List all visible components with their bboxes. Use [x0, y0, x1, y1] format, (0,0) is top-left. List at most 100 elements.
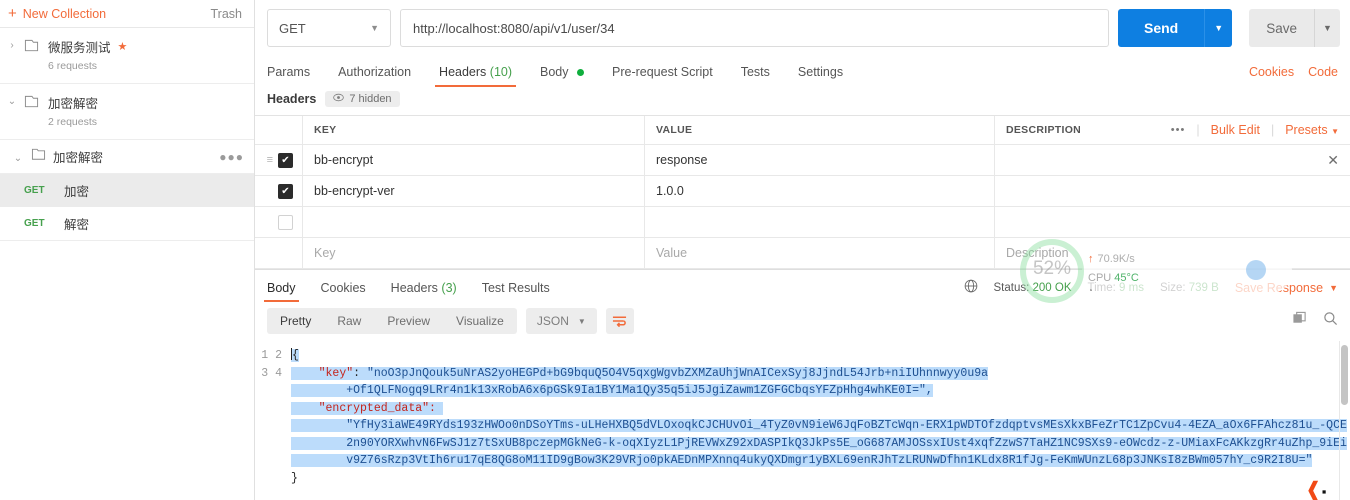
- description-column-label: DESCRIPTION: [1006, 124, 1082, 136]
- row-check-cell: [255, 238, 303, 268]
- globe-icon: [964, 279, 978, 296]
- chevron-down-icon: ▼: [1329, 282, 1338, 293]
- url-input[interactable]: http://localhost:8080/api/v1/user/34: [400, 9, 1109, 47]
- code-scrollbar-thumb[interactable]: [1341, 345, 1348, 405]
- response-tab-headers-label: Headers: [390, 280, 438, 295]
- header-col-description: DESCRIPTION ••• | Bulk Edit | Presets ▼: [995, 116, 1350, 144]
- chevron-down-icon[interactable]: ⌄: [12, 150, 24, 164]
- more-options-icon[interactable]: •••: [1171, 124, 1186, 136]
- key-column-label: KEY: [314, 124, 337, 136]
- response-tab-cookies[interactable]: Cookies: [321, 281, 366, 302]
- view-mode-preview[interactable]: Preview: [374, 308, 443, 334]
- bulk-edit-button[interactable]: Bulk Edit: [1211, 123, 1260, 137]
- copy-icon[interactable]: [1292, 311, 1307, 331]
- tab-authorization[interactable]: Authorization: [338, 56, 411, 87]
- save-button[interactable]: Save: [1249, 9, 1314, 47]
- json-open-brace: {: [292, 349, 299, 362]
- row-check-cell: ≡ ✔: [255, 145, 303, 175]
- sidebar-header: + New Collection Trash: [0, 0, 254, 28]
- row-key-cell[interactable]: [303, 207, 645, 237]
- row-description-cell[interactable]: [995, 207, 1350, 237]
- response-body-actions: [1292, 311, 1338, 331]
- request-name: 解密: [64, 218, 90, 232]
- view-mode-visualize[interactable]: Visualize: [443, 308, 517, 334]
- send-dropdown-icon[interactable]: ▼: [1204, 9, 1233, 47]
- tab-headers[interactable]: Headers (10): [435, 56, 516, 87]
- new-collection-button[interactable]: + New Collection: [8, 6, 106, 21]
- black-glyph: ▪: [1321, 484, 1327, 499]
- tab-params[interactable]: Params: [267, 56, 310, 87]
- header-col-check: [255, 116, 303, 144]
- collection-item-1[interactable]: ⌄ 加密解密 2 requests: [0, 84, 254, 140]
- row-checkbox[interactable]: ✔: [278, 183, 293, 199]
- size-group: Size: 739 B: [1160, 282, 1219, 294]
- save-response-button[interactable]: Save Response ▼: [1235, 281, 1338, 295]
- row-key-cell[interactable]: bb-encrypt-ver: [303, 176, 645, 206]
- response-body-code[interactable]: 1 2 3 4 { "key": "noO3pJnQouk5uNrAS2yoHE…: [255, 341, 1350, 500]
- folder-item[interactable]: ⌄ 加密解密 ●●●: [0, 140, 254, 174]
- format-select[interactable]: JSON ▼: [525, 308, 597, 334]
- collection-meta: 加密解密 2 requests: [48, 93, 246, 130]
- table-row[interactable]: [255, 207, 1350, 238]
- json-content[interactable]: { "key": "noO3pJnQouk5uNrAS2yoHEGPd+bG9b…: [291, 341, 1350, 500]
- row-value-cell[interactable]: 1.0.0: [645, 176, 995, 206]
- collection-meta: 微服务测试 ★ 6 requests: [48, 37, 246, 74]
- new-key-input[interactable]: Key: [303, 238, 645, 268]
- send-button-group: Send ▼: [1117, 9, 1233, 47]
- collection-request-count: 2 requests: [48, 116, 98, 128]
- json-encrypted-line2: 2n90YORXwhvN6FwSJ1z7tSxUB8pczepMGkNeG-k-…: [346, 436, 1347, 450]
- headers-title: Headers: [267, 92, 317, 106]
- url-value: http://localhost:8080/api/v1/user/34: [413, 20, 615, 36]
- status-value: 200 OK: [1032, 281, 1072, 294]
- new-description-input[interactable]: Description: [995, 238, 1350, 268]
- search-icon[interactable]: [1323, 311, 1338, 331]
- folder-icon: [24, 93, 42, 114]
- request-method: GET: [24, 185, 45, 196]
- headers-subheader: Headers 7 hidden: [255, 87, 1350, 115]
- row-value-cell[interactable]: [645, 207, 995, 237]
- sidebar-divider: [0, 240, 254, 241]
- collection-item-0[interactable]: › 微服务测试 ★ 6 requests: [0, 28, 254, 84]
- sidebar-request-1[interactable]: GET 解密: [0, 207, 254, 240]
- row-value-cell[interactable]: response: [645, 145, 995, 175]
- save-dropdown-icon[interactable]: ▼: [1314, 9, 1340, 47]
- chevron-right-icon[interactable]: ›: [6, 37, 18, 51]
- response-tab-body[interactable]: Body: [264, 281, 298, 302]
- table-row[interactable]: ≡ ✔ bb-encrypt response ✕: [255, 145, 1350, 176]
- row-description-cell[interactable]: [995, 176, 1350, 206]
- row-checkbox[interactable]: ✔: [278, 152, 293, 168]
- hidden-headers-toggle[interactable]: 7 hidden: [325, 91, 400, 107]
- table-placeholder-row[interactable]: Key Value Description: [255, 238, 1350, 269]
- cookies-link[interactable]: Cookies: [1249, 65, 1294, 79]
- tab-body[interactable]: Body: [540, 56, 584, 87]
- row-description-cell[interactable]: ✕: [995, 145, 1350, 175]
- folder-menu-icon[interactable]: ●●●: [219, 150, 244, 164]
- code-scrollbar-track[interactable]: [1339, 341, 1350, 500]
- delete-row-icon[interactable]: ✕: [1327, 152, 1339, 169]
- row-check-cell: ✔: [255, 176, 303, 206]
- tab-pre-request-script[interactable]: Pre-request Script: [612, 56, 713, 87]
- code-link[interactable]: Code: [1308, 65, 1338, 79]
- view-mode-pretty[interactable]: Pretty: [267, 308, 324, 334]
- tab-settings[interactable]: Settings: [798, 56, 843, 87]
- chevron-down-icon[interactable]: ⌄: [6, 93, 18, 107]
- tab-tests[interactable]: Tests: [741, 56, 770, 87]
- table-row[interactable]: ✔ bb-encrypt-ver 1.0.0: [255, 176, 1350, 207]
- request-url-bar: GET ▼ http://localhost:8080/api/v1/user/…: [255, 0, 1350, 56]
- word-wrap-button[interactable]: [605, 308, 634, 334]
- row-key-cell[interactable]: bb-encrypt: [303, 145, 645, 175]
- response-panel: Body Cookies Headers (3) Test Results St…: [255, 269, 1350, 500]
- method-value: GET: [279, 20, 306, 36]
- sidebar-request-0[interactable]: GET 加密: [0, 174, 254, 207]
- new-value-input[interactable]: Value: [645, 238, 995, 268]
- presets-button[interactable]: Presets ▼: [1285, 123, 1339, 137]
- row-checkbox[interactable]: [278, 214, 293, 230]
- trash-button[interactable]: Trash: [211, 7, 243, 21]
- view-mode-raw[interactable]: Raw: [324, 308, 374, 334]
- method-select[interactable]: GET ▼: [267, 9, 391, 47]
- response-tab-test-results[interactable]: Test Results: [482, 281, 550, 302]
- main-panel: GET ▼ http://localhost:8080/api/v1/user/…: [255, 0, 1350, 500]
- send-button[interactable]: Send: [1117, 9, 1205, 47]
- drag-handle-icon[interactable]: ≡: [267, 154, 273, 166]
- response-tab-headers[interactable]: Headers (3): [391, 281, 457, 302]
